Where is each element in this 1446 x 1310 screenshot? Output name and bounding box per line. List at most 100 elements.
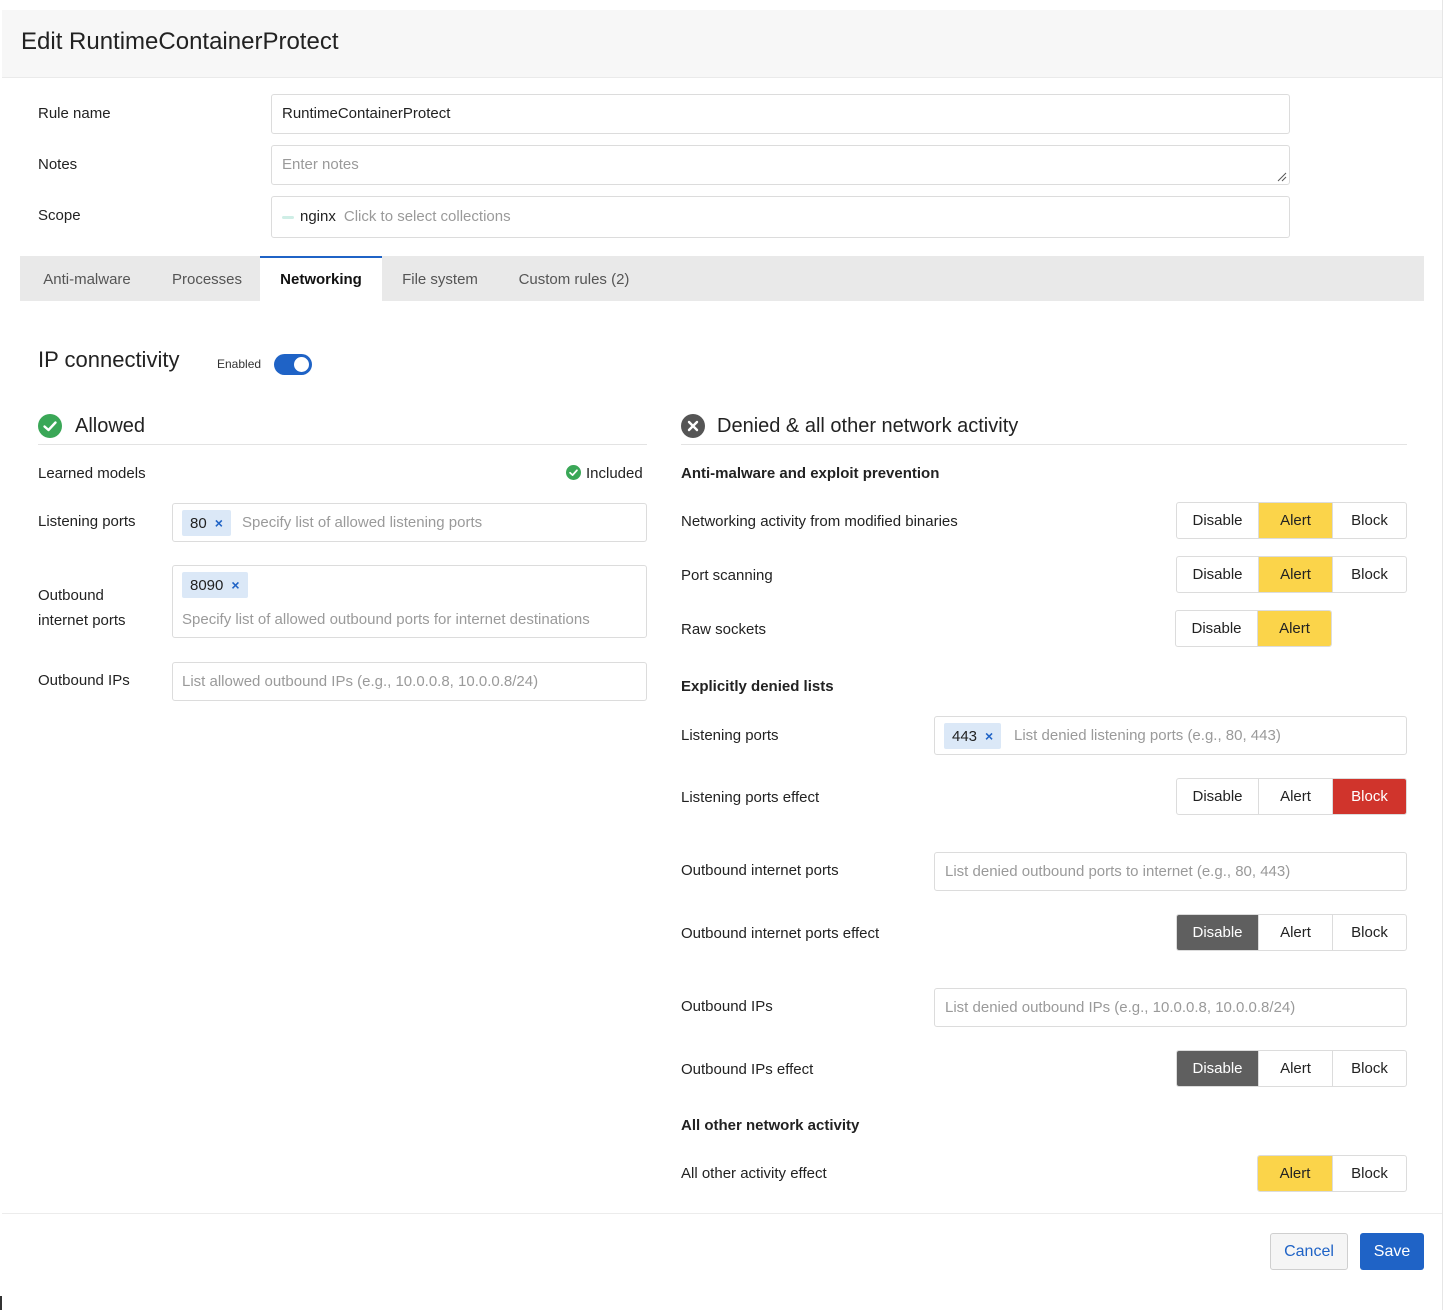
allowed-outbound-ports-label-line2: internet ports — [38, 612, 126, 629]
window-right-edge — [1442, 0, 1443, 1310]
tab-bar: Anti-malware Processes Networking File s… — [20, 256, 1424, 301]
x-circle-icon — [681, 414, 705, 438]
allowed-listening-ports-label: Listening ports — [38, 513, 136, 530]
modified-binaries-label: Networking activity from modified binari… — [681, 513, 958, 530]
tab-file-system[interactable]: File system — [382, 256, 498, 301]
footer-divider — [2, 1213, 1442, 1214]
included-text: Included — [586, 465, 643, 482]
ip-connectivity-title: IP connectivity — [38, 347, 180, 372]
save-button[interactable]: Save — [1360, 1233, 1424, 1270]
alert-button[interactable]: Alert — [1258, 611, 1331, 646]
block-button[interactable]: Block — [1333, 503, 1406, 538]
block-button[interactable]: Block — [1333, 779, 1406, 814]
allowed-outbound-ports-input[interactable]: 8090 × Specify list of allowed outbound p… — [172, 565, 647, 638]
chip-text: 80 — [190, 515, 207, 532]
chip-text: 8090 — [190, 577, 224, 594]
denied-outbound-ips-placeholder: List denied outbound IPs (e.g., 10.0.0.8… — [945, 999, 1296, 1016]
denied-listening-ports-input[interactable]: 443 × List denied listening ports (e.g., … — [934, 716, 1407, 755]
denied-outbound-ports-label: Outbound internet ports — [681, 862, 839, 879]
check-circle-icon — [566, 465, 581, 480]
scope-placeholder: Click to select collections — [343, 208, 511, 225]
remove-chip-icon[interactable]: × — [215, 515, 223, 531]
denied-outbound-ports-input[interactable]: List denied outbound ports to internet (… — [934, 852, 1407, 891]
all-other-effect-label: All other activity effect — [681, 1165, 827, 1182]
toggle-knob — [294, 357, 309, 372]
allowed-title: Allowed — [75, 415, 146, 437]
check-circle-icon — [38, 414, 62, 438]
denied-outbound-ips-label: Outbound IPs — [681, 998, 773, 1015]
learned-models-label: Learned models — [38, 465, 146, 482]
alert-button[interactable]: Alert — [1259, 557, 1333, 592]
alert-button[interactable]: Alert — [1258, 1156, 1333, 1191]
tab-processes[interactable]: Processes — [154, 256, 260, 301]
denied-outbound-ports-placeholder: List denied outbound ports to internet (… — [945, 863, 1291, 880]
disable-button[interactable]: Disable — [1177, 779, 1259, 814]
allowed-outbound-ips-input[interactable]: List allowed outbound IPs (e.g., 10.0.0.… — [172, 662, 647, 701]
block-button[interactable]: Block — [1333, 1051, 1406, 1086]
allowed-outbound-ips-placeholder: List allowed outbound IPs (e.g., 10.0.0.… — [182, 673, 539, 690]
listening-ports-effect-label: Listening ports effect — [681, 789, 820, 806]
scope-label: Scope — [38, 207, 81, 224]
denied-listening-ports-label: Listening ports — [681, 727, 779, 744]
scope-selector[interactable]: nginx Click to select collections — [271, 196, 1290, 238]
scope-chip-nginx[interactable]: nginx — [300, 208, 336, 225]
rule-name-value: RuntimeContainerProtect — [282, 105, 451, 122]
alert-button[interactable]: Alert — [1259, 1051, 1333, 1086]
denied-listening-ports-placeholder: List denied listening ports (e.g., 80, 4… — [1014, 727, 1281, 744]
outbound-ports-effect: Disable Alert Block — [1176, 914, 1407, 951]
block-button[interactable]: Block — [1333, 915, 1406, 950]
chip-text: 443 — [952, 728, 978, 745]
toggle-label: Enabled — [217, 357, 262, 371]
anti-malware-heading: Anti-malware and exploit prevention — [681, 465, 940, 482]
resize-grip-icon[interactable] — [1277, 172, 1287, 182]
notes-textarea[interactable]: Enter notes — [271, 145, 1290, 185]
allowed-listening-ports-placeholder: Specify list of allowed listening ports — [242, 514, 483, 531]
remove-chip-icon[interactable]: × — [985, 728, 993, 744]
listening-ports-effect: Disable Alert Block — [1176, 778, 1407, 815]
alert-button[interactable]: Alert — [1259, 915, 1333, 950]
all-other-heading: All other network activity — [681, 1117, 860, 1134]
notes-placeholder: Enter notes — [282, 156, 359, 173]
learned-models-status: Included — [566, 465, 643, 482]
port-chip: 8090 × — [182, 572, 248, 598]
disable-button[interactable]: Disable — [1176, 611, 1258, 646]
allowed-outbound-ips-label: Outbound IPs — [38, 672, 130, 689]
cancel-button[interactable]: Cancel — [1270, 1233, 1348, 1270]
port-chip: 80 × — [182, 510, 231, 536]
outbound-ports-effect-label: Outbound internet ports effect — [681, 925, 880, 942]
dialog-header: Edit RuntimeContainerProtect — [2, 10, 1442, 78]
all-other-effect: Alert Block — [1257, 1155, 1407, 1192]
disable-button[interactable]: Disable — [1177, 503, 1259, 538]
dialog-title: Edit RuntimeContainerProtect — [21, 28, 339, 55]
outbound-ips-effect-label: Outbound IPs effect — [681, 1061, 814, 1078]
tab-custom-rules[interactable]: Custom rules (2) — [498, 256, 650, 301]
outbound-ips-effect: Disable Alert Block — [1176, 1050, 1407, 1087]
ip-connectivity-toggle[interactable] — [274, 354, 312, 375]
explicit-denied-heading: Explicitly denied lists — [681, 678, 834, 695]
tab-anti-malware[interactable]: Anti-malware — [20, 256, 154, 301]
allowed-outbound-ports-label-line1: Outbound — [38, 587, 104, 604]
port-chip: 443 × — [944, 723, 1002, 749]
disable-button[interactable]: Disable — [1177, 557, 1259, 592]
alert-button[interactable]: Alert — [1259, 503, 1333, 538]
denied-outbound-ips-input[interactable]: List denied outbound IPs (e.g., 10.0.0.8… — [934, 988, 1407, 1027]
allowed-outbound-ports-placeholder: Specify list of allowed outbound ports f… — [182, 611, 590, 628]
denied-title: Denied & all other network activity — [717, 415, 1019, 437]
remove-chip-icon[interactable]: × — [231, 577, 239, 593]
allowed-section-header: Allowed — [38, 411, 647, 445]
disable-button[interactable]: Disable — [1177, 1051, 1259, 1086]
block-button[interactable]: Block — [1333, 1156, 1406, 1191]
rule-name-input[interactable]: RuntimeContainerProtect — [271, 94, 1290, 134]
allowed-listening-ports-input[interactable]: 80 × Specify list of allowed listening po… — [172, 503, 647, 542]
rule-name-label: Rule name — [38, 105, 111, 122]
collection-color-swatch — [282, 215, 294, 219]
modified-binaries-effect: Disable Alert Block — [1176, 502, 1407, 539]
raw-sockets-effect: Disable Alert — [1175, 610, 1332, 647]
tab-networking[interactable]: Networking — [260, 256, 382, 301]
raw-sockets-label: Raw sockets — [681, 621, 767, 638]
block-button[interactable]: Block — [1333, 557, 1406, 592]
alert-button[interactable]: Alert — [1259, 779, 1333, 814]
denied-section-header: Denied & all other network activity — [681, 411, 1407, 445]
disable-button[interactable]: Disable — [1177, 915, 1259, 950]
notes-label: Notes — [38, 156, 78, 173]
